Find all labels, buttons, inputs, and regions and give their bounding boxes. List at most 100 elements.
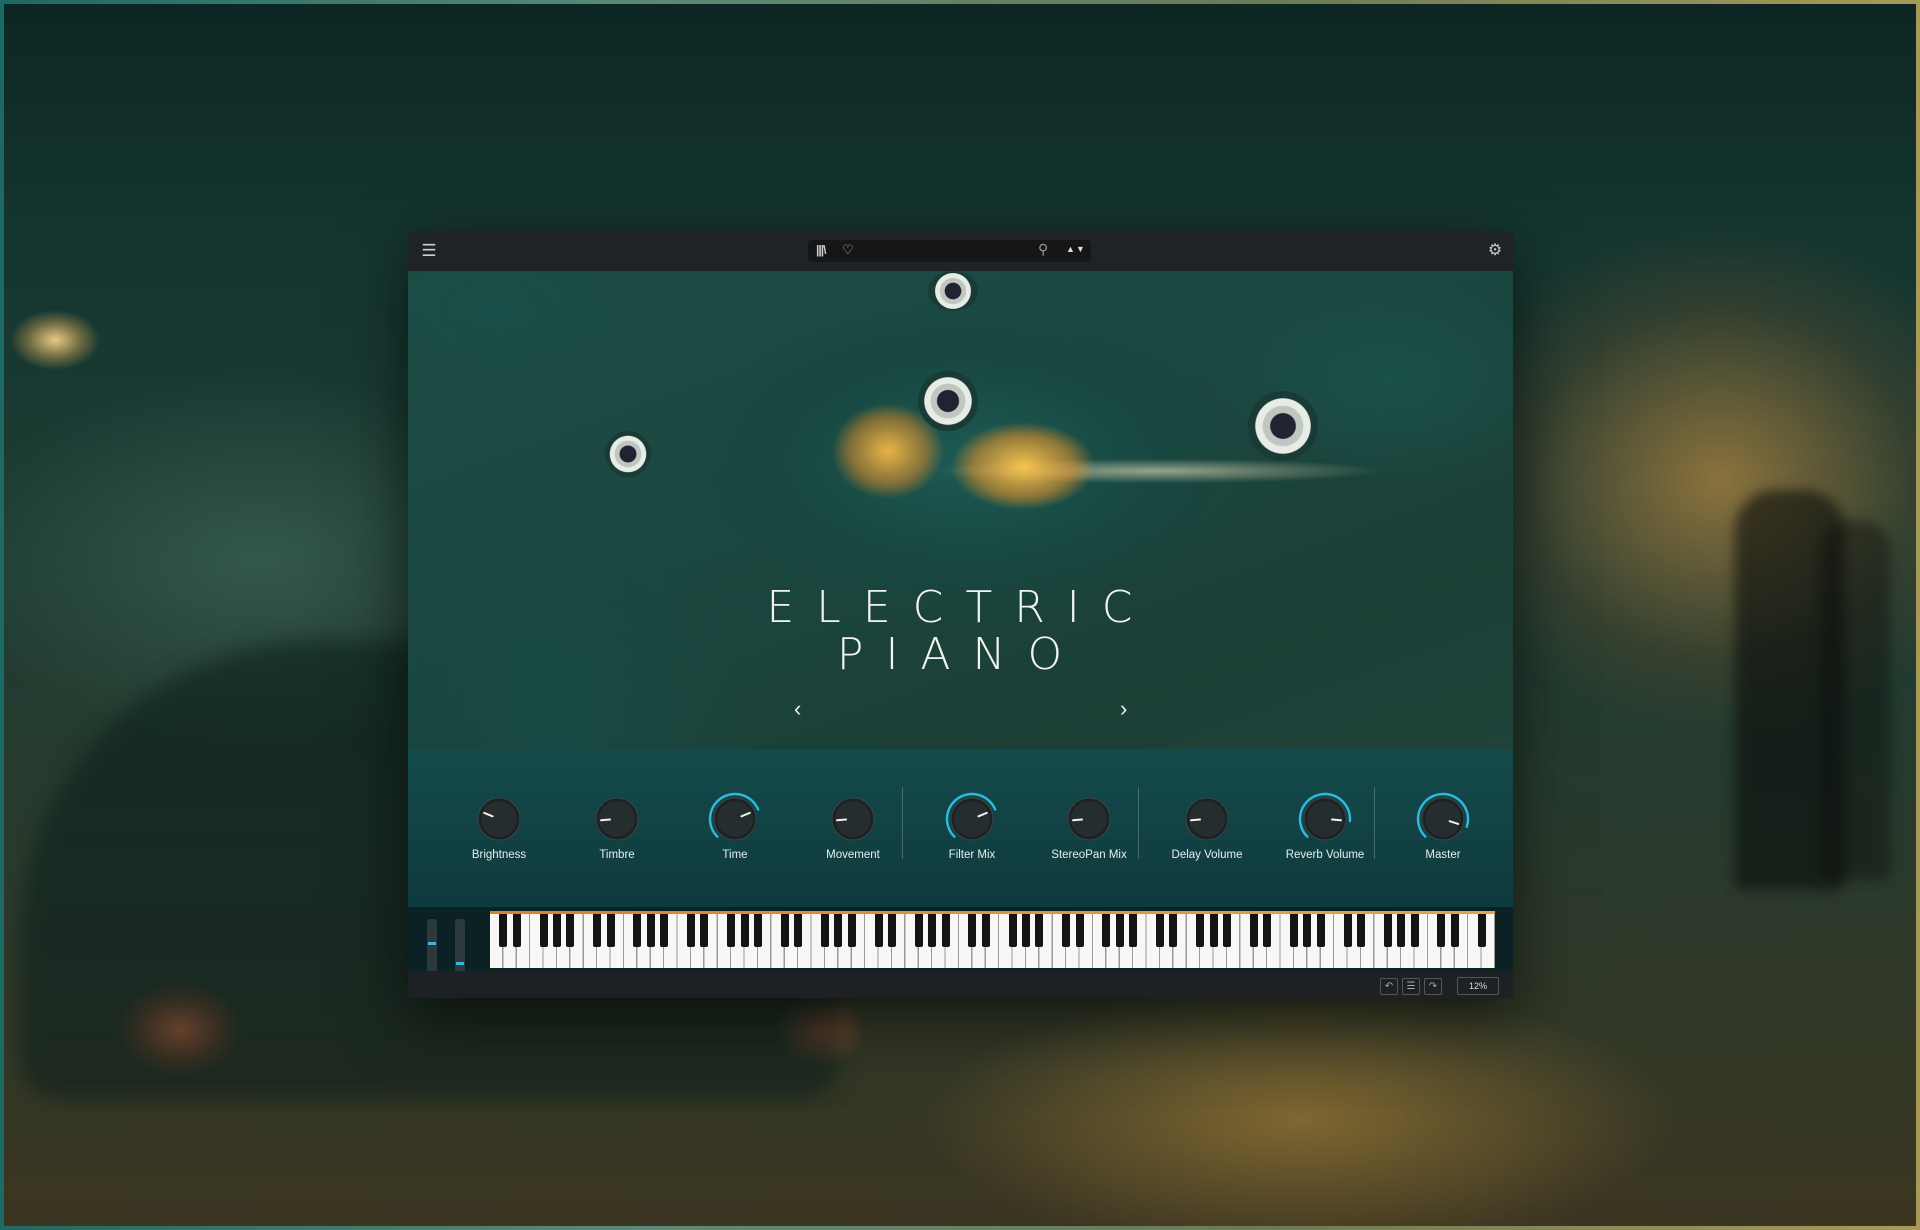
brightness-knob[interactable]: Brightness xyxy=(459,789,539,869)
delay-volume-knob[interactable]: Delay Volume xyxy=(1167,789,1247,869)
knob-face xyxy=(1425,801,1461,837)
black-key[interactable] xyxy=(928,914,937,947)
heart-icon[interactable]: ♡ xyxy=(842,242,854,258)
knob-pointer xyxy=(1072,818,1084,822)
black-key[interactable] xyxy=(740,914,749,947)
black-key[interactable] xyxy=(660,914,669,947)
reverb-volume-knob[interactable]: Reverb Volume xyxy=(1285,789,1365,869)
knob-label: Timbre xyxy=(599,849,635,861)
black-key[interactable] xyxy=(1075,914,1084,947)
hamburger-icon[interactable]: ☰ xyxy=(420,242,438,260)
black-key[interactable] xyxy=(1115,914,1124,947)
time-knob[interactable]: Time xyxy=(695,789,775,869)
black-key[interactable] xyxy=(1397,914,1406,947)
artwork-wheel xyxy=(918,371,978,431)
black-key[interactable] xyxy=(1343,914,1352,947)
black-key[interactable] xyxy=(914,914,923,947)
black-key[interactable] xyxy=(874,914,883,947)
divider xyxy=(1374,787,1375,859)
black-key[interactable] xyxy=(566,914,575,947)
piano-keyboard[interactable] xyxy=(490,911,1495,968)
black-key[interactable] xyxy=(888,914,896,947)
black-key[interactable] xyxy=(593,914,602,947)
undo-icon[interactable]: ↶ xyxy=(1380,978,1398,995)
gear-icon[interactable]: ⚙ xyxy=(1485,241,1505,261)
black-key[interactable] xyxy=(633,914,642,947)
black-key[interactable] xyxy=(1437,914,1446,947)
pitch-wheel-position xyxy=(428,941,436,945)
knob-label: StereoPan Mix xyxy=(1051,849,1127,861)
mod-wheel[interactable] xyxy=(455,919,465,973)
filter-mix-knob[interactable]: Filter Mix xyxy=(932,789,1012,869)
macro-controls-panel: Brightness Timbre Time Movement Filter M… xyxy=(408,749,1513,907)
black-key[interactable] xyxy=(1022,914,1030,947)
black-key[interactable] xyxy=(1062,914,1071,947)
black-key[interactable] xyxy=(700,914,709,947)
stereopan-mix-knob[interactable]: StereoPan Mix xyxy=(1049,789,1129,869)
black-key[interactable] xyxy=(1383,914,1392,947)
black-key[interactable] xyxy=(1008,914,1017,947)
black-key[interactable] xyxy=(1156,914,1164,947)
black-key[interactable] xyxy=(794,914,803,947)
black-key[interactable] xyxy=(847,914,856,947)
black-key[interactable] xyxy=(687,914,695,947)
next-preset-button[interactable]: ▼ xyxy=(1076,244,1085,254)
artwork-wheel xyxy=(1248,391,1318,461)
black-key[interactable] xyxy=(780,914,789,947)
black-key[interactable] xyxy=(1290,914,1298,947)
preset-browser-bar[interactable]: |||\ ♡ ⚲ ▲ ▼ xyxy=(808,240,1091,262)
black-key[interactable] xyxy=(1196,914,1205,947)
black-key[interactable] xyxy=(834,914,843,947)
black-key[interactable] xyxy=(1223,914,1231,947)
master-knob[interactable]: Master xyxy=(1403,789,1483,869)
black-key[interactable] xyxy=(941,914,950,947)
knob-label: Master xyxy=(1425,849,1461,861)
search-icon[interactable]: ⚲ xyxy=(1038,241,1048,258)
black-key[interactable] xyxy=(553,914,561,947)
next-artwork-button[interactable]: › xyxy=(1120,696,1127,722)
black-key[interactable] xyxy=(512,914,521,947)
black-key[interactable] xyxy=(1477,914,1486,947)
black-key[interactable] xyxy=(499,914,508,947)
black-key[interactable] xyxy=(821,914,829,947)
black-key[interactable] xyxy=(1357,914,1365,947)
instrument-artwork: ELECTRIC PIANO ‹ › xyxy=(408,271,1513,749)
timbre-knob[interactable]: Timbre xyxy=(577,789,657,869)
knob-label: Movement xyxy=(826,849,880,861)
zoom-level[interactable]: 12% xyxy=(1457,977,1499,995)
knob-pointer xyxy=(600,818,612,822)
knob-pointer xyxy=(1190,818,1202,822)
history-icon[interactable]: ☰ xyxy=(1402,978,1420,995)
instrument-title-line1: ELECTRIC xyxy=(766,582,1155,633)
black-key[interactable] xyxy=(1169,914,1178,947)
black-key[interactable] xyxy=(1450,914,1459,947)
black-key[interactable] xyxy=(968,914,977,947)
previous-preset-button[interactable]: ▲ xyxy=(1066,244,1075,254)
knob-face xyxy=(481,801,517,837)
divider xyxy=(1138,787,1139,859)
black-key[interactable] xyxy=(646,914,655,947)
black-key[interactable] xyxy=(754,914,762,947)
black-key[interactable] xyxy=(1410,914,1419,947)
previous-artwork-button[interactable]: ‹ xyxy=(794,696,801,722)
black-key[interactable] xyxy=(1035,914,1044,947)
movement-knob[interactable]: Movement xyxy=(813,789,893,869)
library-icon[interactable]: |||\ xyxy=(816,243,826,257)
black-key[interactable] xyxy=(1303,914,1312,947)
black-key[interactable] xyxy=(1102,914,1111,947)
black-key[interactable] xyxy=(1316,914,1325,947)
black-key[interactable] xyxy=(727,914,736,947)
knob-pointer xyxy=(1330,818,1342,822)
black-key[interactable] xyxy=(1129,914,1138,947)
black-key[interactable] xyxy=(539,914,548,947)
black-key[interactable] xyxy=(606,914,615,947)
knob-face xyxy=(954,801,990,837)
black-key[interactable] xyxy=(1209,914,1218,947)
redo-icon[interactable]: ↷ xyxy=(1424,978,1442,995)
divider xyxy=(902,787,903,859)
black-key[interactable] xyxy=(981,914,990,947)
pitch-wheel[interactable] xyxy=(427,919,437,973)
black-key[interactable] xyxy=(1263,914,1272,947)
black-key[interactable] xyxy=(1249,914,1258,947)
knob-pointer xyxy=(836,818,848,822)
